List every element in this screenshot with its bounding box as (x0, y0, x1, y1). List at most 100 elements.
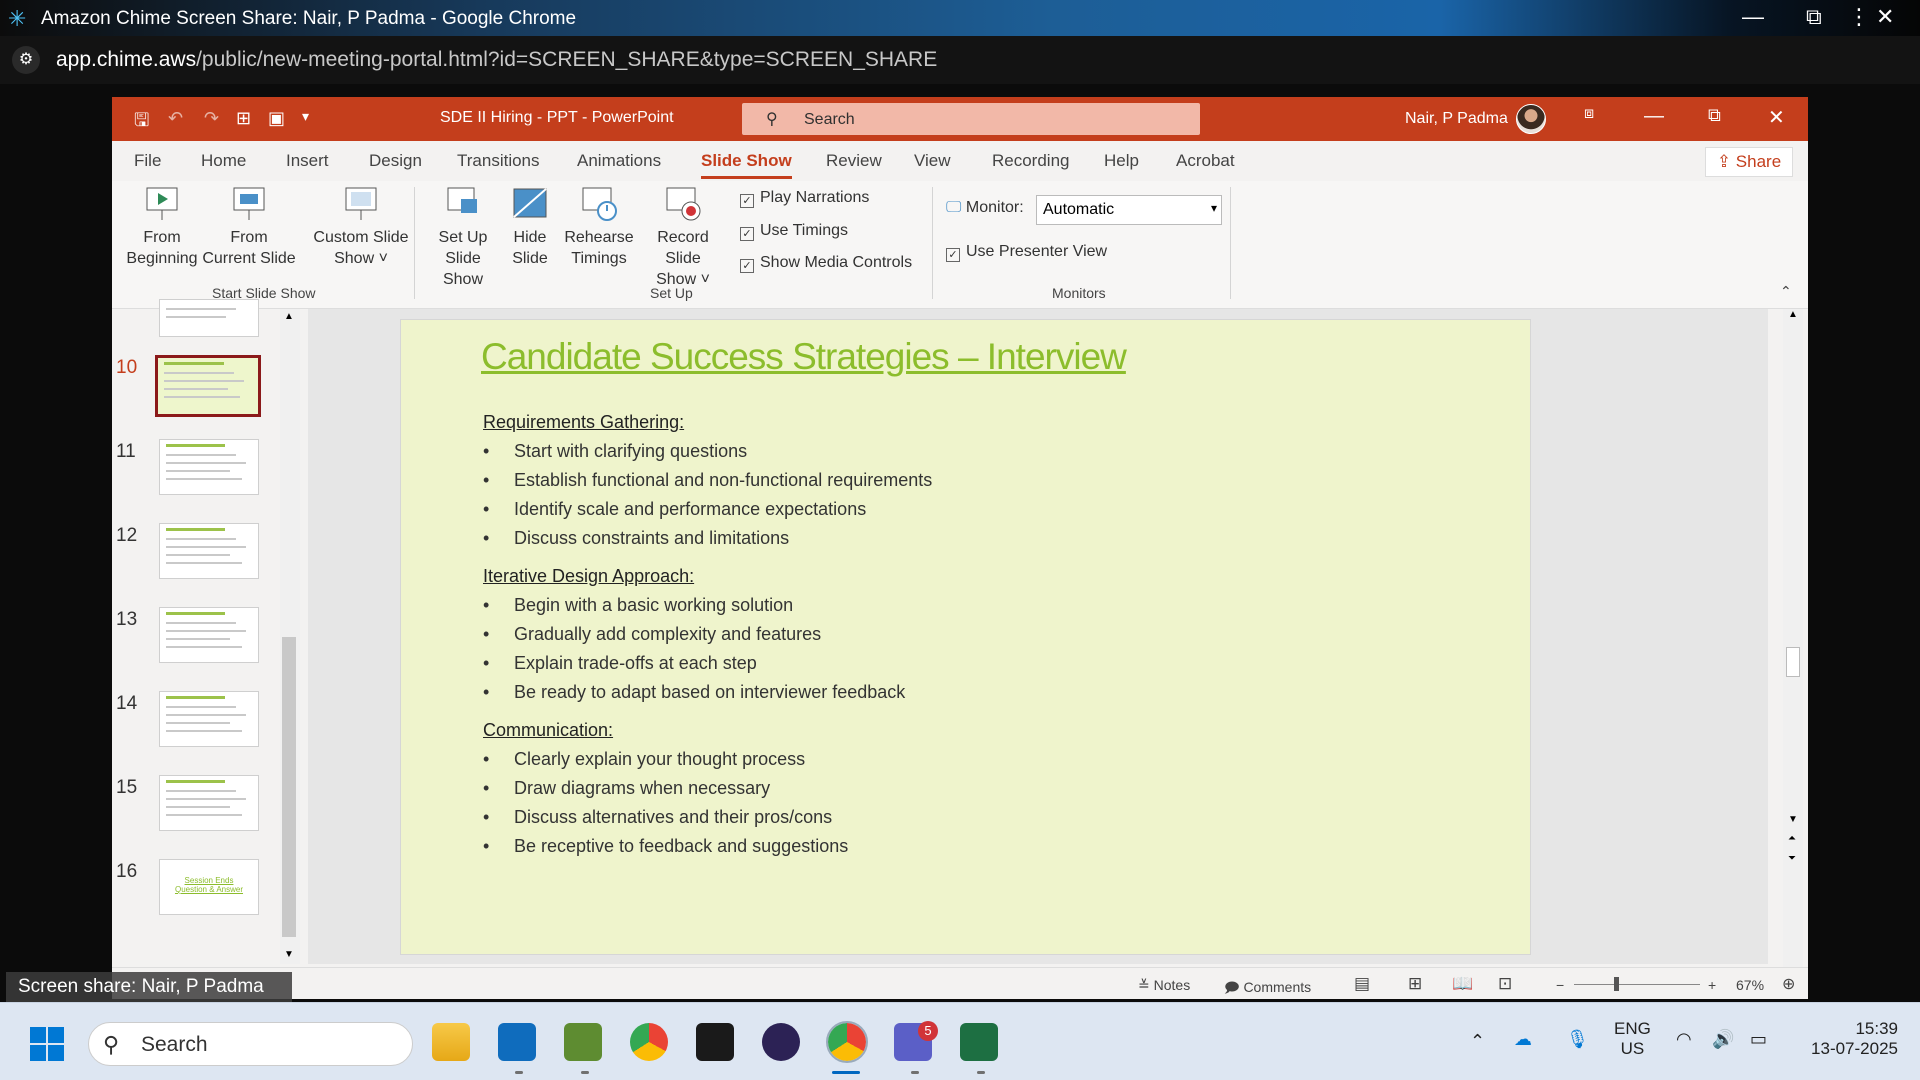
minimize-icon[interactable]: — (1742, 4, 1764, 30)
rehearse-icon (582, 187, 617, 221)
tab-home[interactable]: Home (201, 151, 246, 171)
monitor-label: 🖵 Monitor: (946, 199, 1024, 216)
fit-slide-icon[interactable]: ⊕ (1782, 974, 1795, 994)
ppt-search-box[interactable]: ⚲ Search (742, 103, 1200, 135)
chrome-active-icon[interactable] (826, 1021, 868, 1063)
tab-design[interactable]: Design (369, 151, 422, 171)
thumbnail-scrollbar[interactable]: ▲ ▼ (280, 309, 300, 964)
battery-icon[interactable]: ▭ (1750, 1029, 1767, 1050)
zoom-in-icon[interactable]: + (1708, 977, 1716, 993)
app-icon[interactable] (564, 1023, 602, 1061)
thumbnail-slide-13[interactable] (159, 607, 259, 663)
normal-view-icon[interactable]: ▤ (1354, 974, 1370, 994)
slide-sorter-icon[interactable]: ⊞ (1408, 974, 1422, 994)
from-current-slide-button[interactable]: From Current Slide (200, 185, 298, 269)
rehearse-timings-button[interactable]: Rehearse Timings (560, 185, 638, 269)
slideshow-icon[interactable]: ▣ (268, 108, 285, 129)
thumbnail-slide-11[interactable] (159, 439, 259, 495)
notes-button[interactable]: ≚ Notes (1138, 977, 1190, 994)
thumbnail-slide-15[interactable] (159, 775, 259, 831)
restore-icon[interactable]: ⧉ (1806, 4, 1822, 30)
close-icon[interactable]: ✕ (1876, 4, 1894, 30)
tab-recording[interactable]: Recording (992, 151, 1070, 171)
tab-help[interactable]: Help (1104, 151, 1139, 171)
chrome-icon[interactable] (630, 1023, 668, 1061)
slide-canvas[interactable]: Candidate Success Strategies – Interview… (400, 319, 1531, 955)
volume-icon[interactable]: 🔊 (1712, 1029, 1734, 1050)
comments-button[interactable]: 🗩 Comments (1224, 977, 1311, 999)
taskbar-search[interactable]: ⚲ Search (88, 1022, 413, 1066)
more-icon[interactable]: ⋮ (1848, 4, 1870, 30)
scroll-thumb (282, 637, 296, 937)
slide-scrollbar[interactable]: ▲ ▼ ⏶ ⏷ (1783, 309, 1803, 969)
ribbon-display-icon[interactable]: ⧈ (1584, 105, 1594, 123)
zoom-level[interactable]: 67% (1736, 977, 1764, 993)
hide-slide-button[interactable]: Hide Slide (504, 185, 556, 269)
reading-view-icon[interactable]: 📖 (1452, 974, 1473, 994)
from-beginning-button[interactable]: From Beginning (122, 185, 202, 269)
ppt-title-bar: 🖫 ↶ ↷ ⊞ ▣ ▾ SDE II Hiring - PPT - PowerP… (112, 97, 1808, 141)
window-title: Amazon Chime Screen Share: Nair, P Padma… (41, 8, 577, 29)
bullet-item: • Discuss constraints and limitations (483, 528, 790, 548)
avatar[interactable] (1516, 104, 1546, 134)
outlook-icon[interactable] (498, 1023, 536, 1061)
hide-slide-icon (513, 188, 547, 218)
tab-transitions[interactable]: Transitions (457, 151, 540, 171)
excel-icon[interactable] (960, 1023, 998, 1061)
share-icon: ⇪ (1716, 152, 1732, 171)
thumbnail-slide-16[interactable]: Session Ends Question & Answer (159, 859, 259, 915)
tab-slide-show[interactable]: Slide Show (701, 151, 792, 179)
thumbnail-number: 12 (116, 525, 138, 546)
language-indicator[interactable]: ENG US (1614, 1019, 1651, 1059)
address-bar[interactable]: ⚙ app.chime.aws/public/new-meeting-porta… (0, 36, 1920, 84)
ppt-close-icon[interactable]: ✕ (1768, 105, 1785, 130)
record-slide-show-button[interactable]: Record Slide Show ˅ (640, 185, 726, 290)
wifi-icon[interactable]: ◠ (1676, 1029, 1692, 1050)
microphone-icon[interactable]: 🎙 (1566, 1029, 1589, 1050)
tab-insert[interactable]: Insert (286, 151, 329, 171)
windows-start-icon[interactable] (30, 1027, 64, 1061)
save-icon[interactable]: 🖫 (134, 108, 149, 138)
site-info-icon[interactable]: ⚙ (12, 46, 40, 74)
ppt-minimize-icon[interactable]: — (1644, 105, 1664, 128)
share-button[interactable]: ⇪ Share (1705, 147, 1793, 177)
file-explorer-icon[interactable] (432, 1023, 470, 1061)
show-media-controls-checkbox[interactable]: ✓ Show Media Controls (740, 254, 912, 273)
tab-acrobat[interactable]: Acrobat (1176, 151, 1235, 171)
terminal-icon[interactable] (696, 1023, 734, 1061)
monitor-select[interactable]: Automatic ▾ (1036, 195, 1222, 225)
custom-slide-show-button[interactable]: Custom Slide Show ˅ (304, 185, 418, 269)
zoom-slider[interactable] (1574, 984, 1700, 985)
eclipse-icon[interactable] (762, 1023, 800, 1061)
tab-view[interactable]: View (914, 151, 951, 171)
thumbnail-slide-14[interactable] (159, 691, 259, 747)
tab-animations[interactable]: Animations (577, 151, 661, 171)
set-up-slide-show-button[interactable]: Set Up Slide Show (424, 185, 502, 290)
thumbnail-slide-9[interactable] (159, 299, 259, 337)
redo-icon[interactable]: ↷ (204, 108, 219, 129)
customize-qat-icon[interactable]: ▾ (302, 108, 309, 125)
undo-icon[interactable]: ↶ (168, 108, 183, 129)
thumbnail-slide-10[interactable] (155, 355, 261, 417)
ribbon: From Beginning From Current Slide Custom S… (112, 181, 1808, 309)
slide-title[interactable]: Candidate Success Strategies – Interview (481, 336, 1127, 378)
present-icon[interactable]: ⊞ (236, 108, 251, 129)
search-icon: ⚲ (103, 1032, 120, 1057)
ppt-restore-icon[interactable]: ⧉ (1708, 105, 1721, 126)
tray-overflow-icon[interactable]: ⌃ (1470, 1031, 1485, 1052)
url-text[interactable]: app.chime.aws/public/new-meeting-portal.… (56, 48, 937, 72)
zoom-out-icon[interactable]: − (1556, 977, 1564, 993)
collapse-ribbon-icon[interactable]: ⌃ (1780, 283, 1792, 300)
chime-logo-icon: ✳ (8, 6, 27, 31)
user-name[interactable]: Nair, P Padma (1405, 110, 1508, 128)
slideshow-view-icon[interactable]: ⊡ (1498, 974, 1512, 994)
zoom-slider-thumb[interactable] (1614, 977, 1619, 991)
onedrive-icon[interactable]: ☁ (1514, 1029, 1532, 1050)
use-presenter-view-checkbox[interactable]: ✓ Use Presenter View (946, 243, 1107, 262)
thumbnail-slide-12[interactable] (159, 523, 259, 579)
tab-file[interactable]: File (134, 151, 161, 171)
use-timings-checkbox[interactable]: ✓ Use Timings (740, 222, 848, 241)
tab-review[interactable]: Review (826, 151, 882, 171)
clock[interactable]: 15:39 13-07-2025 (1794, 1019, 1898, 1059)
play-narrations-checkbox[interactable]: ✓ Play Narrations (740, 189, 869, 208)
